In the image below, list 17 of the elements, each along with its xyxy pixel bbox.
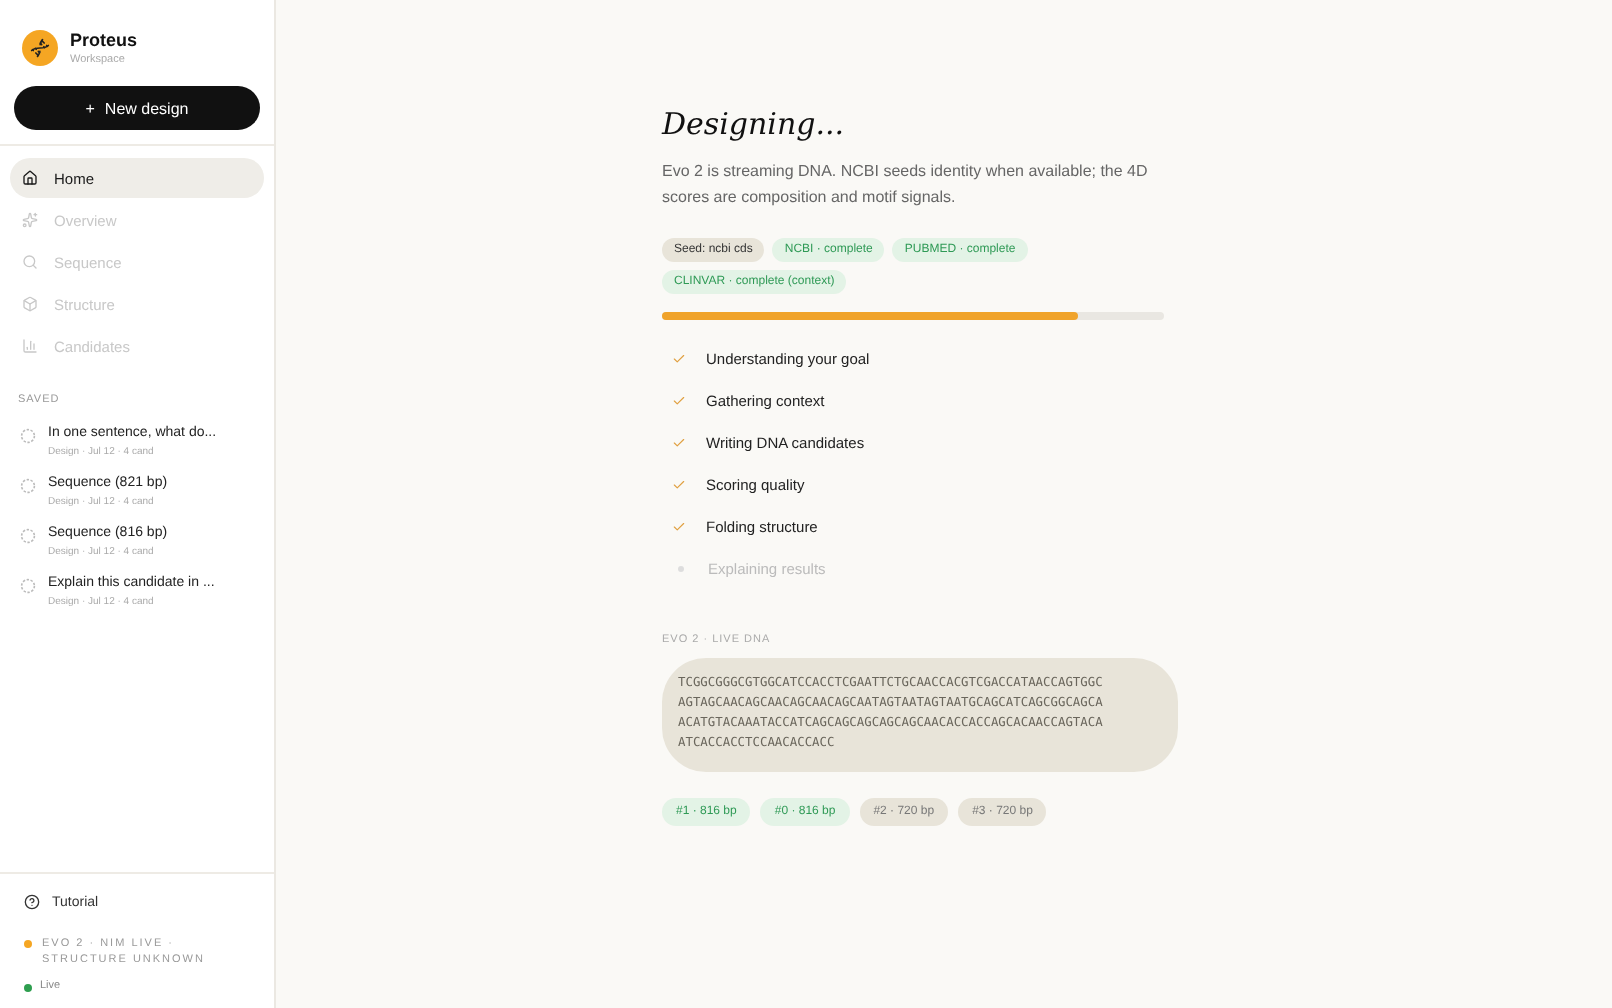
spinner-icon xyxy=(20,428,36,444)
status-dot xyxy=(24,940,32,948)
cube-icon xyxy=(22,296,38,312)
sparkle-icon xyxy=(22,212,38,228)
new-design-button[interactable]: + New design xyxy=(14,86,260,130)
description: Evo 2 is streaming DNA. NCBI seeds identity when available; the 4D scores are composition and motif signals. xyxy=(662,160,1150,210)
help-icon xyxy=(24,894,40,910)
bar-chart-icon xyxy=(22,338,38,354)
logo-icon xyxy=(22,30,58,66)
spinner-icon xyxy=(20,478,36,494)
brand-name: Proteus xyxy=(70,30,138,50)
live-dot xyxy=(24,984,32,992)
spinner-icon xyxy=(20,578,36,594)
search-icon xyxy=(22,254,38,270)
home-icon xyxy=(22,170,38,186)
page-title: Designing... xyxy=(662,106,847,142)
spinner-icon xyxy=(20,528,36,544)
